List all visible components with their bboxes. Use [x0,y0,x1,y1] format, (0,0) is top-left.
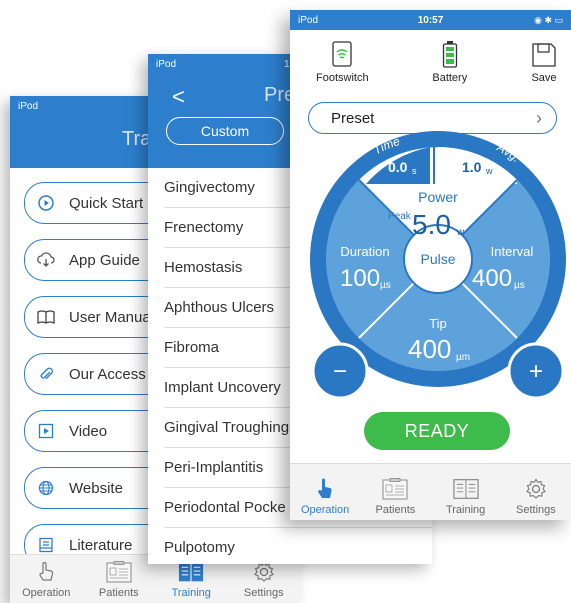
globe-icon [37,479,55,497]
save-label: Save [531,72,557,84]
tab-patients[interactable]: Patients [83,555,156,603]
menu-item-label: Our Access [69,365,146,383]
tab-label: Patients [375,504,416,516]
save-button[interactable]: Save [531,38,557,96]
tab-settings[interactable]: Settings [501,464,571,520]
battery-label: Battery [432,72,468,84]
gear-icon [523,477,549,501]
menu-item-label: User Manua [69,308,151,326]
time-value: 0.0 [388,159,408,175]
interval-unit: µs [514,280,525,291]
tab-label: Operation [300,504,350,516]
custom-button[interactable]: Custom [166,117,284,145]
menu-item-label: Literature [69,536,133,554]
save-icon [531,38,557,68]
tab-patients[interactable]: Patients [360,464,430,520]
tab-label: Patients [98,587,139,599]
tab-label: Settings [516,504,556,516]
touch-icon [312,477,338,501]
video-icon [37,422,55,440]
footswitch-button[interactable]: Footswitch [316,38,369,96]
toolbar: Footswitch Battery Save [290,30,571,96]
tab-label: Settings [243,587,284,599]
avg-unit: w [485,166,493,176]
training-book-icon [453,477,479,501]
tip-label: Tip [429,316,447,331]
footswitch-label: Footswitch [316,72,369,84]
interval-label: Interval [491,244,534,259]
menu-item-label: Quick Start [69,194,144,212]
avg-value: 1.0 [462,159,482,175]
peak-label: Peak [388,211,412,222]
power-value: 5.0 [412,209,451,240]
document-icon [37,536,55,554]
minus-icon: − [333,358,347,385]
tab-operation[interactable]: Operation [290,464,360,520]
menu-item-label: Website [69,479,123,497]
paperclip-icon [37,365,55,383]
duration-unit: µs [380,280,391,291]
plus-icon: + [529,358,543,385]
tip-unit: µm [456,352,470,363]
book-icon [37,308,55,326]
power-label: Power [418,189,458,205]
tab-training[interactable]: Training [431,464,501,520]
ready-button[interactable]: READY [364,412,510,450]
touch-icon [33,560,59,584]
menu-item-label: App Guide [69,251,140,269]
tab-label: Training [445,504,486,516]
battery-button[interactable]: Battery [432,38,467,96]
battery-icon [442,38,458,68]
duration-label: Duration [340,244,389,259]
patients-icon [106,560,132,584]
footswitch-icon [331,38,353,68]
list-item[interactable]: Pulpotomy [164,528,432,564]
power-unit: w [456,227,465,238]
status-bar: iPod 10:57 ◉ ✱ ▭ [290,10,571,30]
operation-screen: iPod 10:57 ◉ ✱ ▭ Footswitch Battery Save… [290,10,571,520]
tab-bar: Operation Patients Training Settings [290,463,571,520]
duration-value: 100 [340,265,380,292]
status-time: 10:57 [417,14,444,26]
tip-value: 400 [408,334,451,364]
time-unit: s [412,166,417,176]
laser-control-dial: Time Avg. 0.0 s 1.0 w Power Peak 5.0 w D… [310,131,566,400]
play-icon [37,194,55,212]
back-chevron-icon[interactable]: < [172,84,185,110]
page-title: Tra [122,128,152,150]
tab-label: Training [171,587,211,599]
menu-item-label: Video [69,422,108,440]
cloud-download-icon [37,251,55,269]
tab-label: Operation [22,587,71,599]
pulse-label: Pulse [420,251,455,267]
interval-value: 400 [472,265,512,292]
tab-operation[interactable]: Operation [10,555,83,603]
patients-icon [382,477,408,501]
